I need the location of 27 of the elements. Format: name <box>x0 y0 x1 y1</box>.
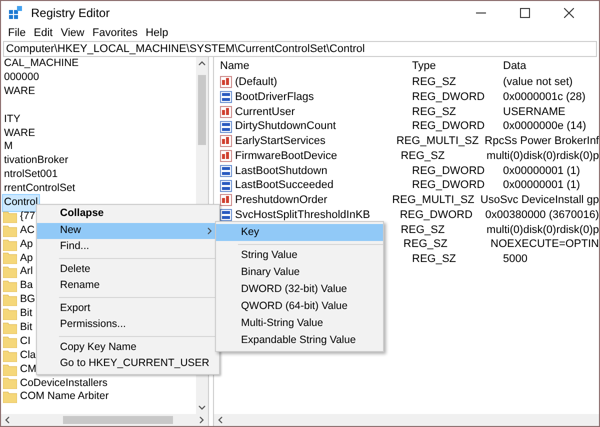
table-cell-text: multi(0)disk(0)rdisk(0)p <box>486 222 599 238</box>
table-cell-text: multi(0)disk(0)rdisk(0)p <box>486 148 599 164</box>
table-cell-text: REG_MULTI_SZ <box>395 134 479 150</box>
table-cell-text: 5000 <box>502 252 528 268</box>
table-cell-text: USERNAME <box>502 104 566 120</box>
table-cell-text: 0x00000001 (1) <box>502 164 580 179</box>
table-cell-text: REG_DWORD <box>411 119 486 134</box>
table-cell-text: REG_SZ <box>400 148 446 164</box>
window-title: Registry Editor <box>31 5 110 22</box>
table-cell-text: (value not set) <box>502 75 573 90</box>
table-cell-text: REG_DWORD <box>398 208 474 223</box>
table-cell-text: 0x00000001 (1) <box>502 178 580 194</box>
table-cell-text: REG_SZ <box>411 75 458 90</box>
table-cell-text: REG_DWORD <box>411 90 486 105</box>
table-cell-text: 0x0000001c (28) <box>502 90 586 105</box>
table-cell-text: REG_SZ <box>411 252 458 268</box>
table-cell-text: REG_DWORD <box>411 164 486 179</box>
table-cell-text: RpcSs Power BrokerInf <box>484 134 599 150</box>
table-cell-text: NOEXECUTE=OPTIN <box>490 237 599 252</box>
table-cell-text: REG_DWORD <box>411 178 486 194</box>
table-cell-text: REG_SZ <box>402 237 448 252</box>
table-cell-text: REG_SZ <box>411 104 458 120</box>
table-cell-text: UsoSvc DeviceInstall gp <box>479 193 599 208</box>
table-cell-text: REG_MULTI_SZ <box>391 193 474 208</box>
table-cell-text: 0x0000000e (14) <box>502 119 586 134</box>
table-cell-text: 0x00380000 (3670016) <box>484 208 599 223</box>
table-cell-text: REG_SZ <box>400 222 446 238</box>
